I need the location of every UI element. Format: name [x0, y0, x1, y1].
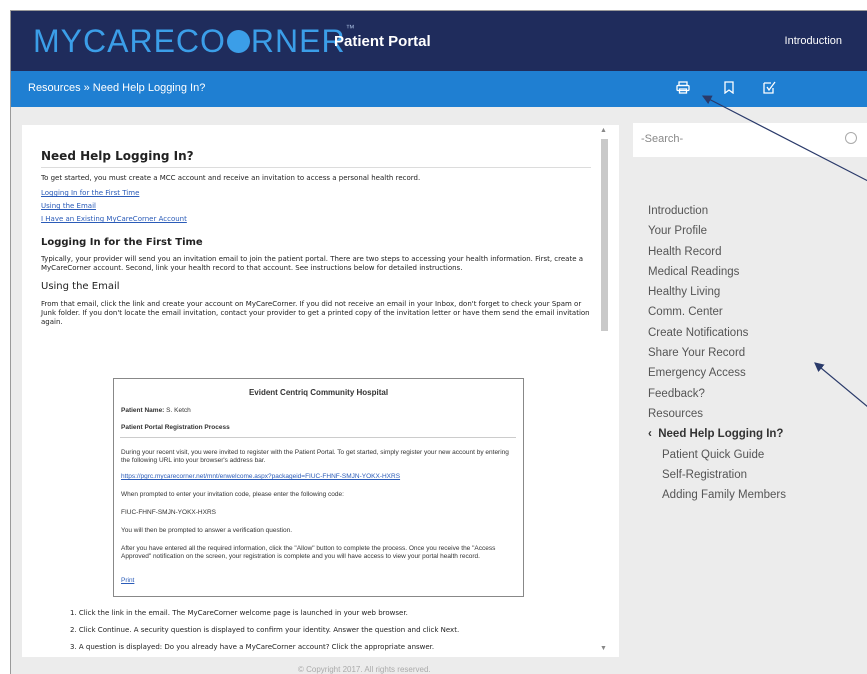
callout-arrow-toolbar — [701, 95, 867, 182]
app-window: MYCARECO RNER™ Patient Portal Introductio… — [10, 10, 867, 674]
callout-arrows — [701, 95, 867, 407]
callout-arrow-sidebar — [814, 362, 867, 407]
